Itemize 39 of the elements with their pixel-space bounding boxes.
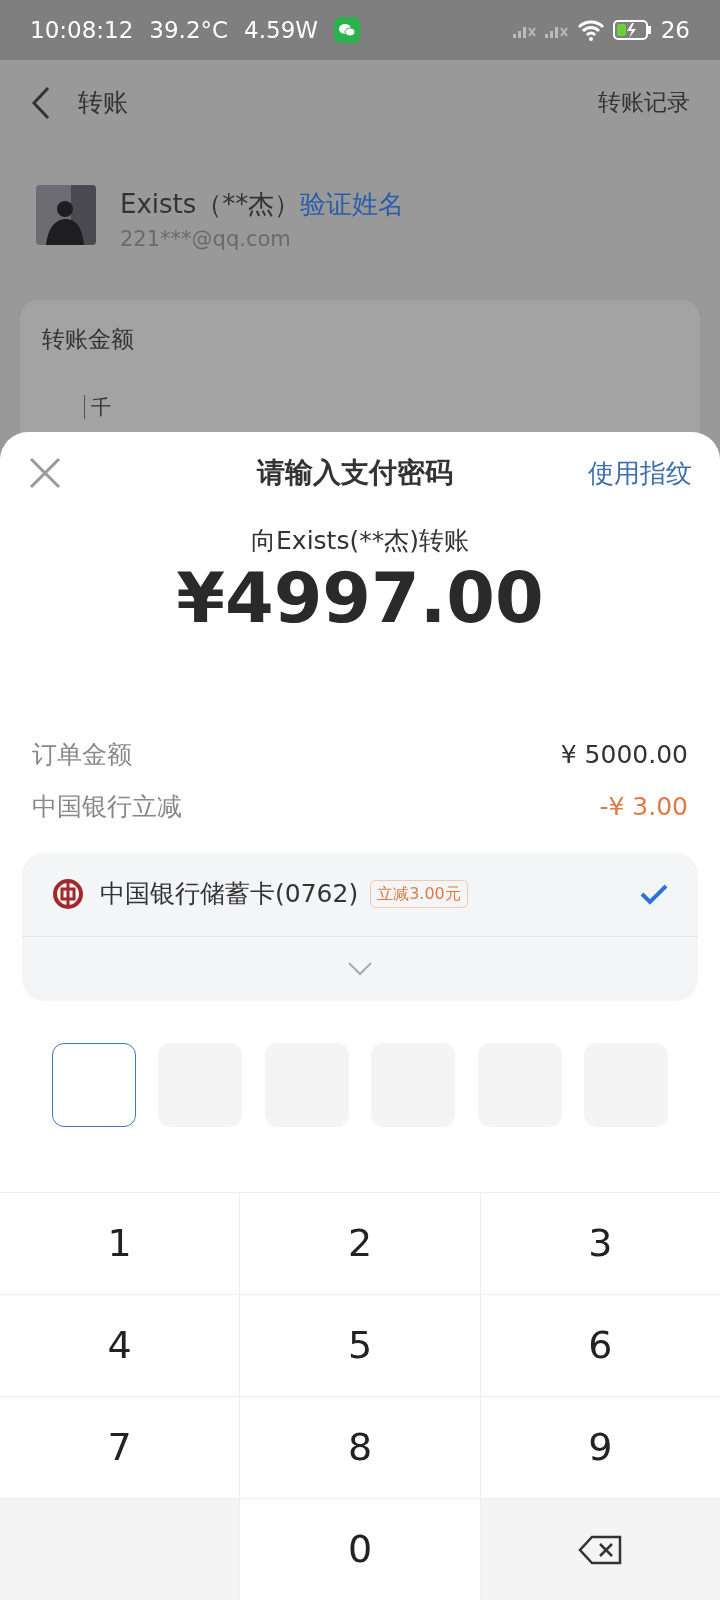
line-label: 订单金额 [32, 738, 132, 771]
back-icon[interactable] [30, 85, 52, 120]
keypad-key[interactable]: 9 [480, 1397, 720, 1498]
keypad-key[interactable]: 3 [480, 1193, 720, 1294]
status-time: 10:08:12 [30, 15, 134, 45]
recipient-name: Exists（**杰） [120, 188, 301, 221]
fingerprint-link[interactable]: 使用指纹 [588, 453, 692, 493]
history-link[interactable]: 转账记录 [598, 85, 690, 120]
keypad-key[interactable]: 2 [240, 1193, 480, 1294]
page-title: 转账 [78, 86, 128, 119]
keypad-key[interactable]: 0 [240, 1499, 480, 1600]
battery-charging-icon [612, 19, 653, 41]
chat-app-icon [334, 17, 361, 43]
sheet-title: 请输入支付密码 [255, 455, 454, 491]
keypad-key[interactable]: 7 [0, 1397, 240, 1498]
line-label: 中国银行立减 [32, 790, 182, 823]
payee-text: 向Exists(**杰)转账 [250, 525, 470, 557]
battery-level: 26 [660, 15, 690, 45]
line-value: ¥ 5000.00 [560, 738, 688, 771]
keypad-key[interactable]: 1 [0, 1193, 240, 1294]
close-icon[interactable] [28, 456, 62, 490]
keypad-key[interactable]: 8 [240, 1397, 480, 1498]
pin-box[interactable] [52, 1042, 136, 1127]
amount-unit-hint: 千 [84, 394, 111, 419]
bank-logo-icon [52, 878, 84, 910]
keypad-key[interactable]: 6 [480, 1295, 720, 1396]
line-value: -¥ 3.00 [599, 790, 688, 823]
bank-card-name: 中国银行储蓄卡(0762) [100, 878, 359, 911]
keypad-key[interactable]: 5 [240, 1295, 480, 1396]
wifi-icon [576, 19, 605, 41]
amount-label: 转账金额 [42, 325, 135, 354]
backspace-key[interactable] [480, 1499, 720, 1600]
keypad-key[interactable]: 4 [0, 1295, 240, 1396]
discount-tag: 立减3.00元 [370, 880, 468, 908]
backspace-icon [578, 1534, 623, 1565]
status-power: 4.59W [244, 15, 319, 45]
chevron-down-icon[interactable] [347, 960, 373, 977]
status-temperature: 39.2°C [149, 15, 229, 45]
payment-amount: ¥4997.00 [175, 559, 545, 637]
